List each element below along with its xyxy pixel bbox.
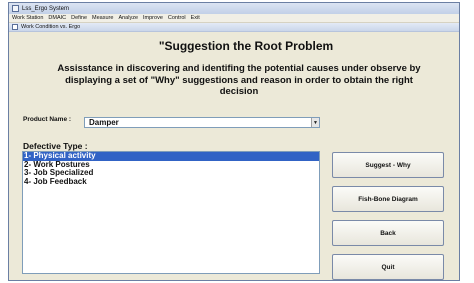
defective-type-list[interactable]: 1- Physical activity 2- Work Postures 3-… [22, 151, 320, 274]
app-icon [12, 5, 19, 12]
menu-analyze[interactable]: Analyze [118, 15, 138, 21]
fish-bone-diagram-button[interactable]: Fish-Bone Diagram [332, 186, 444, 212]
menu-measure[interactable]: Measure [92, 15, 113, 21]
window-titlebar: Lss_Ergo System [9, 3, 459, 14]
menu-dmaic[interactable]: DMAIC [48, 15, 66, 21]
suggest-why-button[interactable]: Suggest - Why [332, 152, 444, 178]
menu-exit[interactable]: Exit [191, 15, 200, 21]
chevron-down-icon[interactable]: ▼ [311, 118, 319, 127]
child-window-titlebar: Work Condition vs. Ergo [9, 23, 459, 32]
child-window-title: Work Condition vs. Ergo [21, 24, 81, 30]
list-item[interactable]: 4- Job Feedback [23, 177, 319, 187]
menu-bar: Work Station DMAIC Define Measure Analyz… [9, 14, 459, 23]
menu-control[interactable]: Control [168, 15, 186, 21]
menu-work-station[interactable]: Work Station [12, 15, 43, 21]
menu-define[interactable]: Define [71, 15, 87, 21]
form-panel: "Suggestion the Root Problem Assisstance… [9, 32, 459, 280]
back-button[interactable]: Back [332, 220, 444, 246]
window-title: Lss_Ergo System [22, 5, 70, 12]
product-name-value: Damper [89, 118, 119, 127]
app-window: Lss_Ergo System Work Station DMAIC Defin… [8, 2, 460, 281]
product-name-label: Product Name : [23, 116, 72, 123]
page-description: Assisstance in discovering and identifin… [57, 63, 421, 97]
menu-improve[interactable]: Improve [143, 15, 163, 21]
page-title: "Suggestion the Root Problem [158, 39, 334, 53]
document-icon [12, 24, 18, 30]
product-name-select[interactable]: Damper ▼ [84, 117, 320, 128]
quit-button[interactable]: Quit [332, 254, 444, 280]
defective-type-label: Defective Type : [23, 141, 88, 151]
